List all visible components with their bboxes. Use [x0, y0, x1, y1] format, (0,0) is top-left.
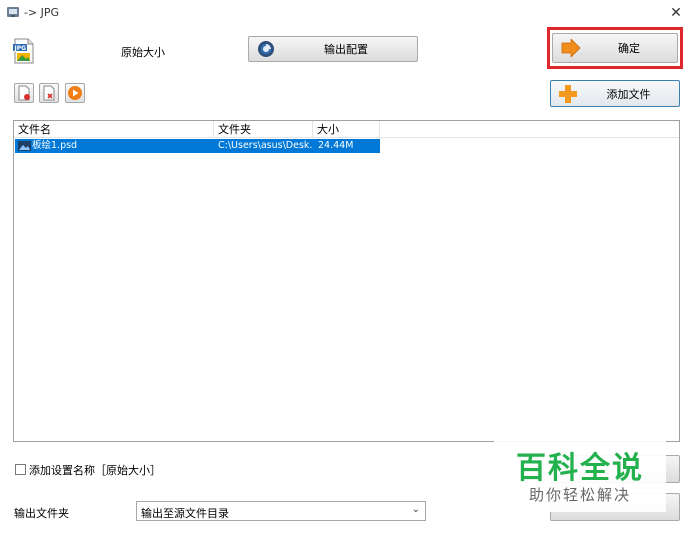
add-setting-name-checkbox[interactable] [15, 464, 26, 475]
ok-label: 确定 [618, 42, 640, 55]
column-header-folder[interactable]: 文件夹 [214, 121, 313, 138]
ok-button[interactable]: 确定 [552, 33, 678, 63]
title-bar: -> JPG ✕ [0, 0, 692, 26]
jpg-file-icon: JPG [13, 38, 35, 64]
table-row[interactable]: 板绘1.psd C:\Users\asus\Desk... 24.44M [15, 139, 380, 153]
file-list-header: 文件名 文件夹 大小 [14, 121, 679, 138]
arrow-right-icon [561, 38, 581, 58]
watermark-title: 百科全说 [516, 451, 644, 486]
remove-item-tool-button[interactable] [39, 83, 59, 103]
output-size-label: 原始大小 [121, 46, 165, 59]
output-folder-select[interactable]: 输出至源文件目录 ⌄ [136, 501, 426, 521]
add-file-label: 添加文件 [606, 87, 651, 101]
output-folder-value: 输出至源文件目录 [141, 507, 229, 520]
psd-file-icon [18, 141, 32, 151]
file-list[interactable]: 文件名 文件夹 大小 板绘1.psd C:\Users\asus\Desk...… [13, 120, 680, 442]
row-filename: 板绘1.psd [32, 140, 78, 151]
column-header-filename[interactable]: 文件名 [14, 121, 214, 138]
row-folder: C:\Users\asus\Desk... [218, 140, 313, 151]
delete-file-icon [43, 85, 55, 101]
output-folder-label: 输出文件夹 [14, 507, 69, 520]
watermark: 百科全说 助你轻松解决 [494, 437, 666, 512]
add-setting-name-label: 添加设置名称［原始大小］ [29, 464, 161, 477]
gear-icon [257, 40, 275, 58]
column-header-size[interactable]: 大小 [313, 121, 380, 138]
output-config-button[interactable]: 输出配置 [248, 36, 418, 62]
play-icon [68, 86, 82, 100]
add-file-button[interactable]: 添加文件 [550, 80, 680, 107]
watermark-subtitle: 助你轻松解决 [528, 486, 631, 504]
chevron-down-icon[interactable]: ⌄ [412, 504, 420, 515]
output-config-label: 输出配置 [324, 43, 368, 56]
play-tool-button[interactable] [65, 83, 85, 103]
add-item-tool-button[interactable] [14, 83, 34, 103]
svg-text:JPG: JPG [14, 45, 27, 52]
row-size: 24.44M [318, 140, 354, 151]
window-title: -> JPG [24, 6, 60, 19]
app-icon [6, 5, 20, 19]
plus-icon [558, 84, 578, 104]
close-icon[interactable]: ✕ [670, 5, 682, 21]
new-file-icon [18, 85, 30, 101]
close-button[interactable]: ✕ [666, 4, 686, 22]
